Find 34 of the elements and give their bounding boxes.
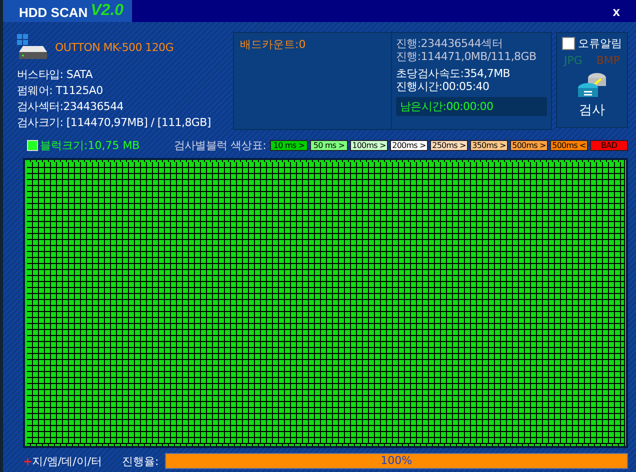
brand-mark: +: [23, 454, 32, 468]
window-title: HDD SCAN: [19, 5, 88, 20]
legend-item: BAD: [590, 140, 628, 150]
legend-item: 350ms >: [470, 140, 508, 150]
speed-text: 초당검사속도:354,7MB: [396, 67, 512, 80]
elapsed-time-text: 진행시간:00:05:40: [396, 80, 490, 93]
legend-title: 검사별블럭 색상표:: [174, 138, 266, 152]
legend-item: 50 ms >: [310, 140, 348, 150]
drive-model: OUTTON MK-500 120G: [55, 40, 174, 54]
remaining-time-text: 남은시간:00:00:00: [396, 97, 547, 116]
version-label: V2.0: [90, 2, 124, 20]
error-alert-checkbox[interactable]: [562, 37, 575, 50]
progress-percent: 100%: [380, 454, 414, 468]
legend-item: 500ms >: [510, 140, 548, 150]
legend-item: 250ms >: [430, 140, 468, 150]
progress-bytes-text: 진행:114471,0MB/111,8GB: [396, 50, 538, 63]
scan-button[interactable]: 검사: [577, 70, 607, 119]
legend-item: 500ms <: [550, 140, 588, 150]
progress-sectors-text: 진행:234436544섹터: [396, 37, 504, 50]
block-size-icon: [27, 140, 38, 150]
bus-type-text: 버스타입: SATA: [17, 67, 94, 82]
legend-item: 200ms >: [390, 140, 428, 150]
firmware-text: 펌웨어: T1125A0: [17, 83, 104, 98]
sector-count-text: 검사섹터:234436544: [17, 99, 124, 114]
bad-count-text: 배드카운트:0: [240, 38, 306, 51]
legend-item: 100ms >: [350, 140, 388, 150]
error-alert-label: 오류알림: [578, 36, 622, 51]
brand-text: 지/엠/데/이/터: [32, 454, 102, 468]
scan-size-text: 검사크기: [114470,97MB] / [111,8GB]: [17, 115, 212, 130]
close-button[interactable]: x: [608, 4, 624, 18]
legend-item: 10 ms >: [270, 140, 308, 150]
block-size-text: 블럭크기:10,75 MB: [40, 138, 140, 152]
hard-drive-icon: [17, 34, 47, 60]
progress-label: 진행율:: [122, 454, 159, 468]
